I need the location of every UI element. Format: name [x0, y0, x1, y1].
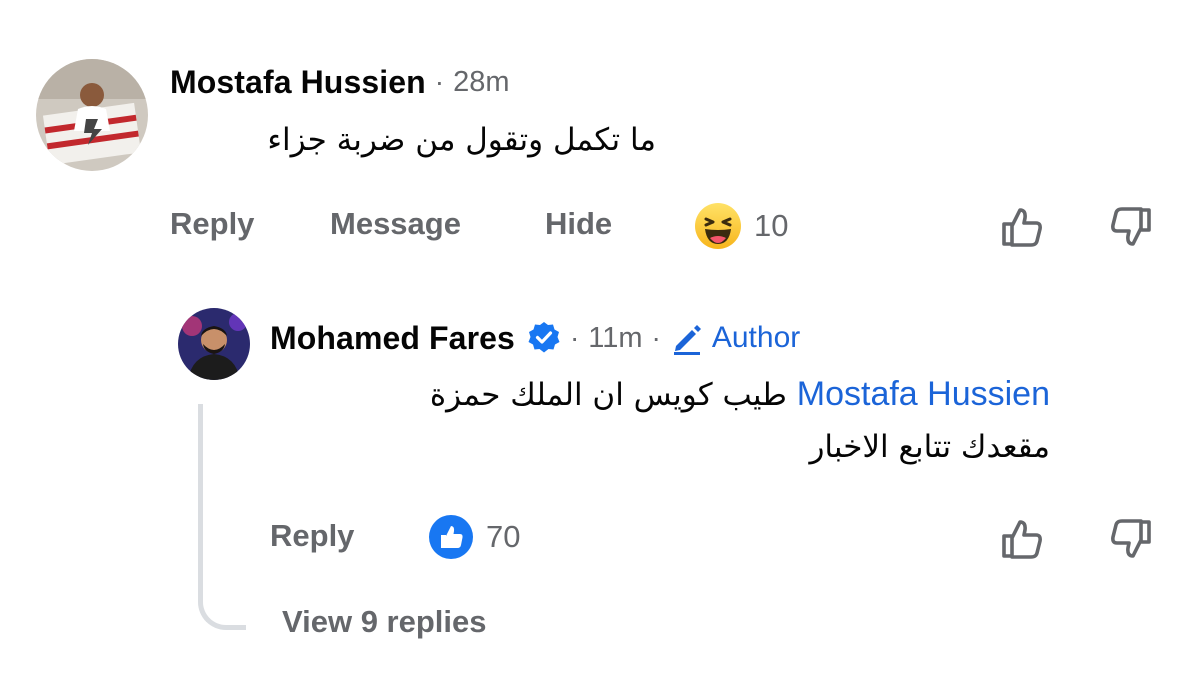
- thread-connector-line: [198, 404, 246, 630]
- commenter-avatar[interactable]: [36, 59, 148, 171]
- separator-dot: ·: [569, 322, 580, 353]
- reply-button[interactable]: Reply: [170, 206, 254, 242]
- comment-header: Mostafa Hussien · 28m: [170, 60, 510, 104]
- reply-timestamp[interactable]: 11m: [588, 322, 642, 355]
- comment-text: ما تكمل وتقول من ضربة جزاء: [267, 122, 656, 158]
- reply-text-line: Mostafa Hussien طيب كويس ان الملك حمزة: [270, 368, 1050, 421]
- reply-text-part: طيب كويس ان الملك حمزة: [429, 377, 797, 413]
- replier-name[interactable]: Mohamed Fares: [270, 320, 515, 357]
- message-button[interactable]: Message: [330, 206, 461, 242]
- reaction-count: 70: [486, 519, 521, 554]
- separator-dot: ·: [651, 322, 661, 353]
- reaction-summary[interactable]: 10: [694, 202, 788, 250]
- comment-timestamp[interactable]: 28m: [453, 66, 509, 99]
- thumbs-up-icon[interactable]: [996, 202, 1046, 252]
- author-badge-label: Author: [711, 321, 801, 354]
- thumbs-up-icon[interactable]: [996, 514, 1046, 564]
- like-reaction-icon: [429, 515, 473, 559]
- verified-badge-icon: [528, 322, 560, 353]
- view-replies-link[interactable]: View 9 replies: [282, 604, 487, 640]
- commenter-name[interactable]: Mostafa Hussien: [170, 64, 426, 101]
- thumbs-down-icon[interactable]: [1107, 202, 1157, 252]
- separator-dot: ·: [434, 66, 445, 97]
- reply-text: Mostafa Hussien طيب كويس ان الملك حمزة م…: [270, 368, 1050, 473]
- reply-text-line: مقعدك تتابع الاخبار: [809, 429, 1050, 465]
- reaction-count: 10: [754, 208, 789, 243]
- reaction-summary[interactable]: 70: [428, 514, 520, 560]
- hide-button[interactable]: Hide: [545, 206, 612, 242]
- replier-avatar[interactable]: [178, 308, 250, 380]
- comment-thread: Mostafa Hussien · 28m ما تكمل وتقول من ض…: [0, 0, 1200, 682]
- reply-header: Mohamed Fares · 11m · Author: [270, 316, 800, 360]
- pencil-icon: [673, 325, 701, 355]
- author-badge: Author: [670, 321, 800, 355]
- reply-button[interactable]: Reply: [270, 518, 354, 554]
- mention-link[interactable]: Mostafa Hussien: [797, 375, 1050, 413]
- haha-emoji-icon: [695, 203, 741, 249]
- thumbs-down-icon[interactable]: [1107, 514, 1157, 564]
